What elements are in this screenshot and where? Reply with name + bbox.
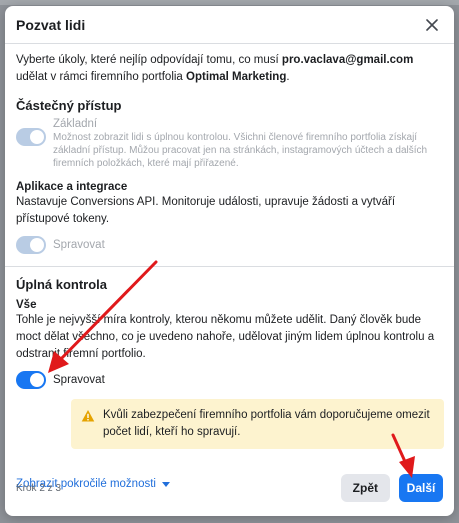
- invite-people-dialog: Pozvat lidi Vyberte úkoly, které nejlíp …: [5, 6, 454, 516]
- all-manage-option: Spravovat: [16, 371, 443, 389]
- warning-icon: [81, 410, 95, 422]
- next-button[interactable]: Další: [399, 474, 443, 502]
- partial-access-title: Částečný přístup: [16, 98, 122, 113]
- all-title: Vše: [16, 299, 37, 311]
- apps-manage-toggle[interactable]: [16, 236, 46, 254]
- warning-text: Kvůli zabezpečení firemního portfolia vá…: [103, 409, 430, 438]
- page-backdrop: [0, 0, 459, 5]
- section-divider: [5, 266, 454, 267]
- basic-option: Základní Možnost zobrazit lidi s úplnou …: [16, 118, 443, 170]
- intro-text: Vyberte úkoly, které nejlíp odpovídají t…: [16, 52, 443, 86]
- step-indicator: Krok 2 z 3: [16, 482, 62, 494]
- all-description: Tohle je nejvyšší míra kontroly, kterou …: [16, 314, 435, 360]
- close-icon: [426, 18, 438, 31]
- all-manage-toggle[interactable]: [16, 371, 46, 389]
- security-warning: Kvůli zabezpečení firemního portfolia vá…: [71, 399, 444, 449]
- dialog-footer: Krok 2 z 3 Zpět Další: [5, 460, 454, 516]
- invitee-email: pro.vaclava@gmail.com: [281, 54, 414, 66]
- dialog-header: Pozvat lidi: [5, 6, 454, 44]
- dialog-body: Vyberte úkoly, které nejlíp odpovídají t…: [5, 44, 454, 490]
- close-button[interactable]: [422, 15, 442, 35]
- all-manage-label: Spravovat: [53, 374, 105, 386]
- basic-description: Možnost zobrazit lidi s úplnou kontrolou…: [53, 132, 428, 169]
- apps-manage-label: Spravovat: [53, 239, 105, 251]
- intro-suffix: .: [286, 71, 290, 83]
- intro-prefix: Vyberte úkoly, které nejlíp odpovídají t…: [16, 54, 282, 66]
- back-button[interactable]: Zpět: [340, 474, 390, 502]
- apps-integrations-description: Nastavuje Conversions API. Monitoruje ud…: [16, 196, 396, 225]
- full-control-title: Úplná kontrola: [16, 277, 108, 292]
- basic-label: Základní: [53, 118, 98, 130]
- dialog-title: Pozvat lidi: [16, 16, 86, 33]
- apps-manage-option: Spravovat: [16, 236, 443, 254]
- basic-toggle: [16, 128, 46, 146]
- apps-integrations-title: Aplikace a integrace: [16, 181, 128, 193]
- company-name: Optimal Marketing: [186, 71, 287, 83]
- intro-middle: udělat v rámci firemního portfolia: [16, 71, 187, 83]
